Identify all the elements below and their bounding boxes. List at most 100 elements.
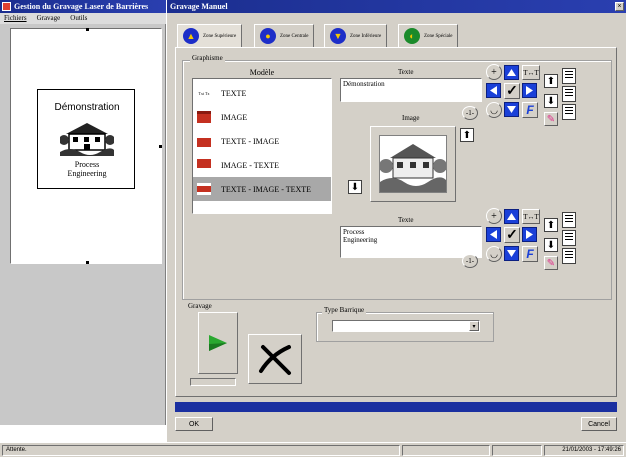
image-frame[interactable] [370,126,456,202]
text-icon: Txt Tx [198,90,210,96]
zoom-in-icon[interactable]: + [486,208,502,224]
handle-right[interactable] [159,145,162,148]
menu-outils[interactable]: Outils [70,14,87,22]
font-icon[interactable]: F [522,102,538,118]
align-bottom-icon[interactable] [562,248,576,264]
status-datetime: 21/01/2003 - 17:49:26 [544,445,624,456]
status-panel-2 [402,445,490,456]
dialog-title: Gravage Manuel [170,2,228,11]
tab-panel: Graphisme Modèle Txt Tx TEXTE IMAGE TEXTE… [175,47,617,397]
move-down-icon[interactable]: ⬇ [544,94,558,108]
arrow-right-icon[interactable] [522,83,537,98]
label-preview: Démonstration Process Engineering [37,89,135,189]
zone-centrale-icon: ● [260,28,276,44]
image-header: Image [402,114,420,122]
align-bottom-icon[interactable] [562,104,576,120]
preview-house-image [59,120,115,156]
list-item[interactable]: Txt Tx TEXTE [193,81,331,105]
texte-top-header: Texte [398,68,414,76]
gravage-dialog: Gravage Manuel × ▲ Zone Supérieure ● Zone … [166,0,626,442]
text-image-icon [197,135,211,147]
curve-icon[interactable]: ◡ [486,246,502,262]
handle-top[interactable] [86,28,89,31]
chevron-down-icon[interactable]: ▾ [469,321,479,331]
cancel-button[interactable]: Cancel [581,417,617,431]
cancel-x-icon [259,345,291,375]
status-panel-3 [492,445,542,456]
eraser-icon[interactable]: ✎ [544,112,558,126]
minus-zoom-icon-bottom[interactable]: -1- [462,254,478,268]
font-icon[interactable]: F [522,246,538,262]
graphisme-label: Graphisme [190,54,225,62]
list-item[interactable]: TEXTE - IMAGE [193,129,331,153]
zoom-in-icon[interactable]: + [486,64,502,80]
check-icon[interactable]: ✓ [504,227,520,243]
list-item-selected[interactable]: TEXTE - IMAGE - TEXTE [193,177,331,201]
move-up-icon[interactable]: ⬆ [544,218,558,232]
modele-list[interactable]: Txt Tx TEXTE IMAGE TEXTE - IMAGE IMAGE - … [192,78,332,214]
move-up-icon[interactable]: ⬆ [544,74,558,88]
app-icon [2,2,11,11]
text-image-text-icon [197,183,211,195]
handle-bottom[interactable] [86,261,89,264]
preview-line-2: Process [74,160,100,169]
arrow-left-icon[interactable] [486,227,501,242]
texte-top-input[interactable]: Démonstration [340,78,482,102]
tab-zone-superieure[interactable]: ▲ Zone Supérieure [177,24,243,48]
dialog-close-icon[interactable]: × [615,2,624,11]
zone-speciale-icon: ◐ [404,28,420,44]
curve-icon[interactable]: ◡ [486,102,502,118]
tab-zone-inferieure[interactable]: ▼ Zone Inférieure [324,24,388,48]
tab-zone-centrale[interactable]: ● Zone Centrale [254,24,315,48]
image-icon [197,111,211,123]
zone-superieure-icon: ▲ [183,28,199,44]
progress-bar [175,402,617,412]
arrow-right-icon[interactable] [522,227,537,242]
arrow-down-icon[interactable] [504,102,519,117]
image-move-up-icon[interactable]: ⬆ [460,128,474,142]
status-message: Attente. [2,445,400,456]
preview-line-3: Engineering [67,169,107,178]
menu-fichiers[interactable]: Fichiers [4,14,27,22]
label-preview-area: Démonstration Process Engineering [10,28,162,264]
left-window-titlebar: Gestion du Gravage Laser de Barrières [0,0,166,13]
zone-inferieure-icon: ▼ [330,28,346,44]
text-size-icon[interactable]: T↔T [522,209,540,224]
dialog-titlebar: Gravage Manuel × [167,0,626,13]
gravage-button[interactable] [198,312,238,374]
arrow-up-icon[interactable] [504,209,519,224]
ok-button[interactable]: OK [175,417,213,431]
list-item[interactable]: IMAGE - TEXTE [193,153,331,177]
eraser-icon[interactable]: ✎ [544,256,558,270]
type-barrique-label: Type Barrique [322,306,367,314]
modele-header: Modèle [249,68,275,77]
tab-zone-speciale[interactable]: ◐ Zone Spéciale [398,24,459,48]
gravage-progress [190,378,236,386]
arrow-up-icon[interactable] [504,65,519,80]
align-middle-icon[interactable] [562,230,576,246]
texte-bottom-header: Texte [398,216,414,224]
image-preview [379,135,447,193]
left-window-body: Démonstration Process Engineering [0,24,166,425]
arrow-down-icon[interactable] [504,246,519,261]
type-barrique-select[interactable]: ▾ [332,320,480,332]
texte-bottom-input[interactable]: Process Engineering [340,226,482,258]
align-middle-icon[interactable] [562,86,576,102]
cancel-engraving-button[interactable] [248,334,302,384]
text-size-icon[interactable]: T↔T [522,65,540,80]
minus-zoom-icon[interactable]: -1- [462,106,478,120]
arrow-left-icon[interactable] [486,83,501,98]
check-icon[interactable]: ✓ [504,83,520,99]
gravage-label: Gravage [188,302,212,310]
menu-gravage[interactable]: Gravage [37,14,61,22]
preview-line-1: Démonstration [54,102,120,113]
list-item[interactable]: IMAGE [193,105,331,129]
gravage-play-icon [209,335,227,351]
align-top-icon[interactable] [562,212,576,228]
align-top-icon[interactable] [562,68,576,84]
image-text-icon [197,159,211,171]
move-down-icon[interactable]: ⬇ [544,238,558,252]
menu-bar: Fichiers Gravage Outils [0,13,166,24]
left-window-title: Gestion du Gravage Laser de Barrières [14,2,149,11]
image-move-down-icon[interactable]: ⬇ [348,180,362,194]
